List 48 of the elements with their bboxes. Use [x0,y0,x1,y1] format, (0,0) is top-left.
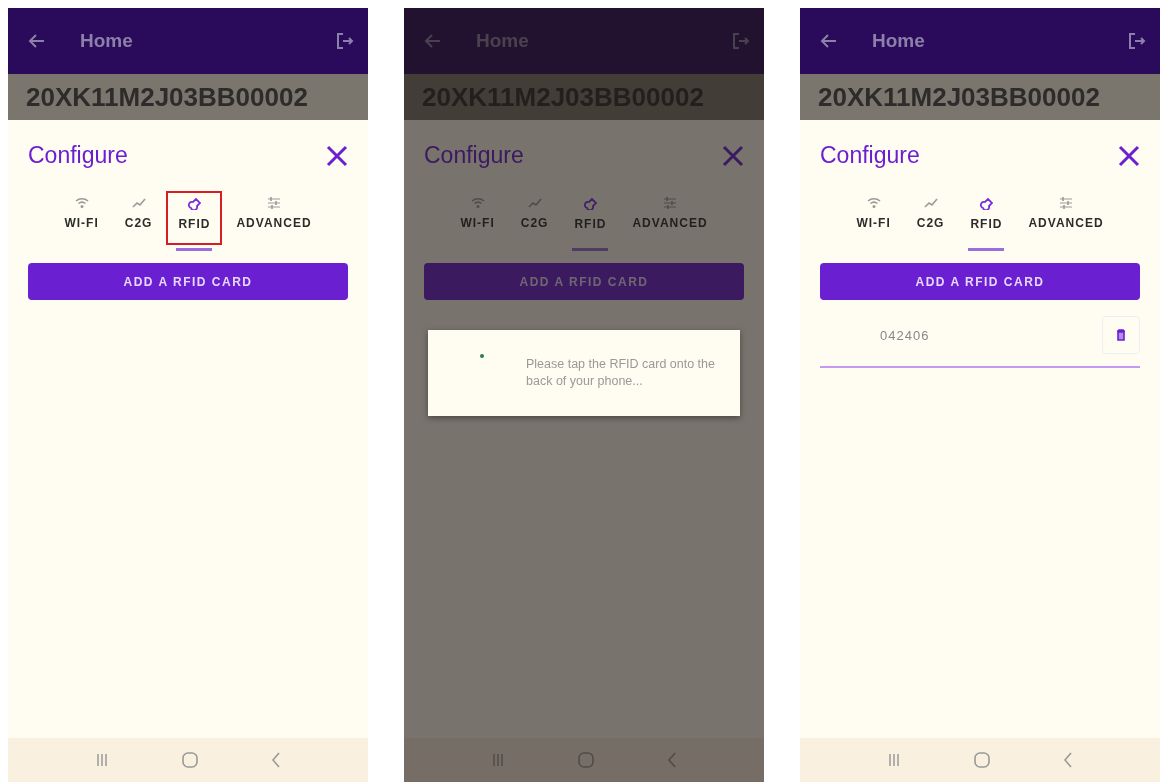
recent-apps-icon[interactable] [886,753,901,767]
back-icon[interactable] [271,752,282,768]
progress-dot-icon [480,354,484,358]
close-icon[interactable] [1118,144,1140,167]
delete-button[interactable] [1102,316,1140,354]
dialog-message: Please tap the RFID card onto the back of your phone... [526,355,716,390]
logout-icon[interactable] [1126,31,1146,51]
sheet-title: Configure [424,142,524,169]
wifi-icon [470,197,485,209]
logout-icon[interactable] [334,31,354,51]
sheet-title: Configure [820,142,920,169]
tab[interactable]: ADVANCED [224,191,324,245]
tag-icon [979,197,994,210]
trash-icon [1116,329,1126,341]
line-chart-icon [131,197,146,209]
line-chart-icon [527,197,542,209]
app-bar-title: Home [872,30,926,52]
tab[interactable]: WI-FI [844,191,903,245]
line-chart-icon [923,197,938,209]
sliders-icon [267,197,281,209]
back-arrow-icon[interactable] [28,32,46,50]
tab[interactable]: ADVANCED [1016,191,1116,245]
app-bar-title: Home [80,30,134,52]
recent-apps-icon[interactable] [94,753,109,767]
tab[interactable]: WI-FI [52,191,111,245]
close-icon[interactable] [722,144,744,167]
tag-icon [583,197,598,210]
tag-icon [187,197,202,210]
sliders-icon [663,197,677,209]
tab[interactable]: C2G [112,191,165,245]
recent-apps-icon[interactable] [490,753,505,767]
home-icon[interactable] [182,752,198,768]
tab[interactable]: C2G [904,191,957,245]
sheet-title: Configure [28,142,128,169]
device-serial: 20XK11M2J03BB00002 [8,74,368,120]
device-serial: 20XK11M2J03BB00002 [800,74,1160,120]
wifi-icon [866,197,881,209]
card-id: 042406 [880,327,930,343]
close-icon[interactable] [326,144,348,167]
back-icon[interactable] [667,752,678,768]
home-icon[interactable] [974,752,990,768]
home-icon[interactable] [578,752,594,768]
add-card-button[interactable]: ADD A RFID CARD [28,263,348,300]
back-arrow-icon[interactable] [820,32,838,50]
back-icon[interactable] [1063,752,1074,768]
wifi-icon [74,197,89,209]
sliders-icon [1059,197,1073,209]
add-card-button[interactable]: ADD A RFID CARD [820,263,1140,300]
